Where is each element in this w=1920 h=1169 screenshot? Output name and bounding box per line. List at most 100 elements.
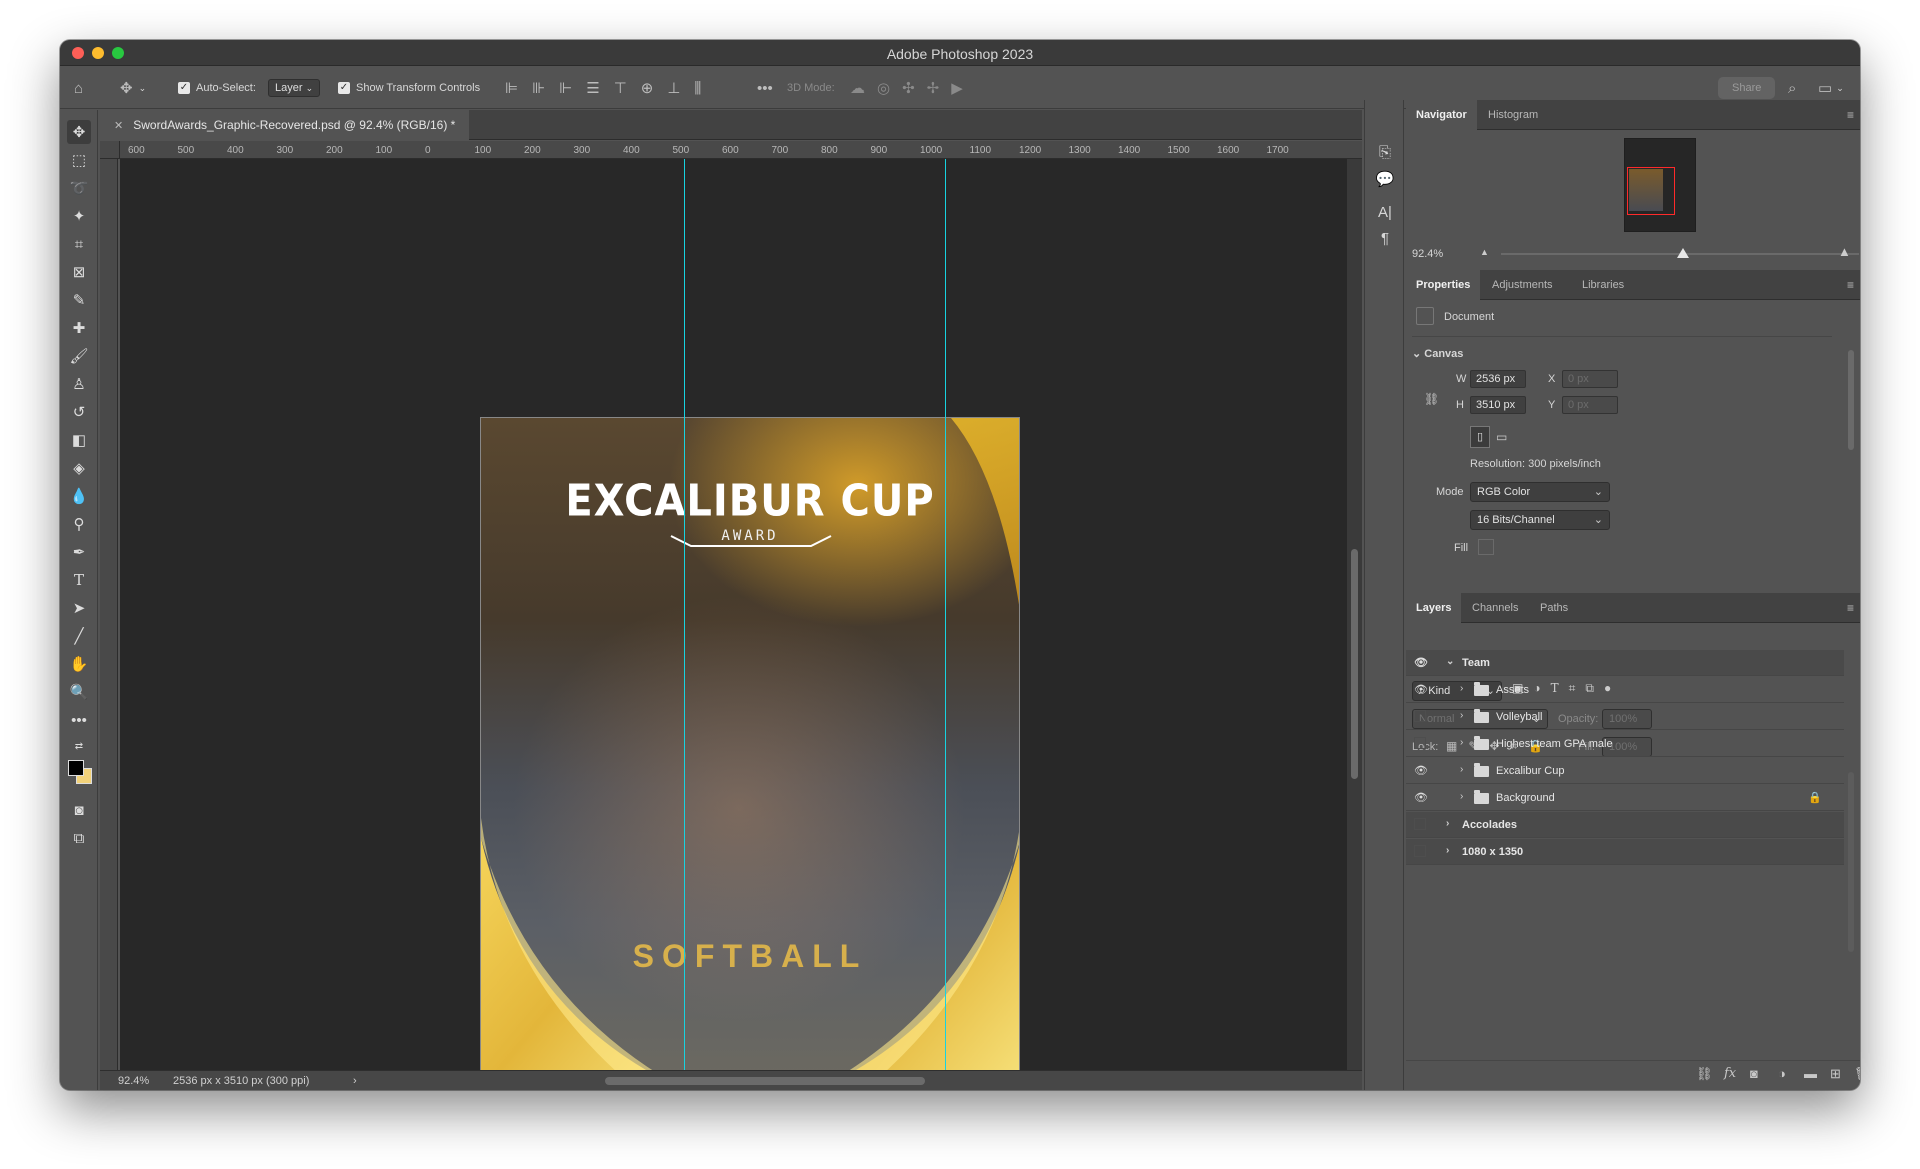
move-tool-icon[interactable]: ✥	[67, 120, 91, 144]
auto-select-target-dropdown[interactable]: Layer ⌄	[268, 67, 321, 109]
chevron-right-icon[interactable]: ›	[1460, 737, 1463, 748]
panel-menu-icon[interactable]: ≡	[1847, 278, 1854, 292]
pan-3d-icon[interactable]: ✣	[902, 79, 915, 97]
chevron-right-icon[interactable]: ›	[1460, 791, 1463, 802]
auto-select-checkbox[interactable]: ✓ Auto-Select:	[178, 67, 256, 109]
portrait-orientation-icon[interactable]: ▯	[1470, 426, 1490, 448]
link-dimensions-icon[interactable]: ⛓	[1424, 392, 1439, 406]
new-group-icon[interactable]: ▬	[1804, 1066, 1817, 1081]
panel-menu-icon[interactable]: ≡	[1847, 108, 1854, 122]
align-center-icon[interactable]: ⊪	[532, 79, 545, 97]
layer-row[interactable]: 👁 › Assets	[1406, 677, 1844, 703]
document-canvas[interactable]: EXCALIBUR CUP AWARD SOFTBALL	[480, 417, 1020, 1090]
foreground-color-swatch[interactable]	[68, 760, 84, 776]
align-middle-icon[interactable]: ⊕	[641, 79, 654, 97]
crop-tool-icon[interactable]: ⌗	[67, 232, 91, 256]
chevron-right-icon[interactable]: ›	[1460, 710, 1463, 721]
distribute-vertical-icon[interactable]: ⫼	[694, 80, 701, 97]
layer-row[interactable]: 👁 › Background 🔒	[1406, 785, 1844, 811]
align-bottom-icon[interactable]: ⊥	[667, 79, 680, 97]
navigator-view-box[interactable]	[1627, 167, 1675, 215]
tab-channels[interactable]: Channels	[1462, 593, 1528, 623]
paragraph-panel-icon[interactable]: ¶	[1375, 230, 1395, 250]
blur-tool-icon[interactable]: 💧	[67, 484, 91, 508]
zoom-tool-icon[interactable]: 🔍	[67, 680, 91, 704]
pen-tool-icon[interactable]: ✒	[67, 540, 91, 564]
link-layers-icon[interactable]: ⛓	[1696, 1066, 1713, 1082]
chevron-down-icon[interactable]: ⌄	[1446, 656, 1454, 667]
visibility-eye-icon[interactable]: 👁	[1414, 791, 1428, 805]
canvas-height-field[interactable]: 3510 px	[1470, 396, 1526, 414]
layer-row[interactable]: › Accolades	[1406, 812, 1844, 838]
status-zoom[interactable]: 92.4%	[118, 1075, 149, 1087]
visibility-eye-icon[interactable]: 👁	[1414, 683, 1428, 697]
frame-tool-icon[interactable]: ⊠	[67, 260, 91, 284]
navigator-zoom-value[interactable]: 92.4%	[1412, 248, 1443, 260]
type-tool-icon[interactable]: T	[67, 568, 91, 592]
bit-depth-dropdown[interactable]: 16 Bits/Channel ⌄	[1470, 510, 1610, 530]
zoom-in-icon[interactable]: ▲	[1838, 244, 1851, 259]
layer-row[interactable]: 👁 › Excalibur Cup	[1406, 758, 1844, 784]
swap-colors-icon[interactable]: ⇄	[67, 734, 91, 758]
screen-mode-icon[interactable]: ⧉	[67, 826, 91, 850]
orbit-3d-icon[interactable]: ☁	[850, 79, 865, 97]
tab-adjustments[interactable]: Adjustments	[1482, 270, 1563, 300]
comments-panel-icon[interactable]: 💬	[1375, 170, 1395, 190]
distribute-icon[interactable]: ☰	[586, 79, 599, 97]
quick-mask-icon[interactable]: ◙	[67, 798, 91, 822]
chevron-right-icon[interactable]: ›	[1460, 683, 1463, 694]
color-mode-dropdown[interactable]: RGB Color ⌄	[1470, 482, 1610, 502]
add-mask-icon[interactable]: ◙	[1750, 1066, 1758, 1081]
visibility-eye-icon[interactable]	[1414, 737, 1426, 749]
history-brush-tool-icon[interactable]: ↺	[67, 400, 91, 424]
canvas-width-field[interactable]: 2536 px	[1470, 370, 1526, 388]
canvas-x-field[interactable]: 0 px	[1562, 370, 1618, 388]
marquee-tool-icon[interactable]: ⬚	[67, 148, 91, 172]
visibility-eye-icon[interactable]	[1414, 845, 1426, 857]
history-panel-icon[interactable]: ⎘	[1375, 144, 1395, 164]
roll-3d-icon[interactable]: ◎	[877, 79, 890, 97]
tab-paths[interactable]: Paths	[1530, 593, 1578, 623]
adjustment-layer-icon[interactable]: ◑	[1778, 1066, 1786, 1081]
align-right-icon[interactable]: ⊩	[559, 79, 572, 97]
new-layer-icon[interactable]: ⊞	[1830, 1066, 1841, 1082]
vertical-guide-left[interactable]	[684, 159, 685, 1080]
path-selection-tool-icon[interactable]: ➤	[67, 596, 91, 620]
tab-histogram[interactable]: Histogram	[1478, 100, 1548, 130]
landscape-orientation-icon[interactable]: ▭	[1496, 430, 1514, 446]
chevron-right-icon[interactable]: ›	[1446, 845, 1449, 856]
character-panel-icon[interactable]: A|	[1375, 204, 1395, 224]
eyedropper-tool-icon[interactable]: ✎	[67, 288, 91, 312]
tab-navigator[interactable]: Navigator	[1406, 100, 1477, 130]
move-tool-preset[interactable]: ✥ ⌄	[120, 67, 146, 109]
ruler-origin[interactable]	[100, 141, 120, 159]
slide-3d-icon[interactable]: ✢	[927, 79, 940, 97]
vertical-scroll-thumb[interactable]	[1351, 549, 1358, 779]
visibility-eye-icon[interactable]: 👁	[1414, 656, 1428, 670]
brush-tool-icon[interactable]: 🖌	[67, 344, 91, 368]
chevron-right-icon[interactable]: ›	[1460, 764, 1463, 775]
hand-tool-icon[interactable]: ✋	[67, 652, 91, 676]
stamp-tool-icon[interactable]: ♙	[67, 372, 91, 396]
layer-row[interactable]: › 1080 x 1350	[1406, 839, 1844, 865]
zoom-out-icon[interactable]: ▲	[1480, 247, 1489, 257]
tab-layers[interactable]: Layers	[1406, 593, 1462, 623]
chevron-right-icon[interactable]: ›	[353, 1075, 357, 1087]
align-top-icon[interactable]: ⊤	[614, 79, 627, 97]
canvas-section-toggle[interactable]: ⌄ Canvas	[1412, 347, 1463, 360]
canvas-area[interactable]: EXCALIBUR CUP AWARD SOFTBALL	[120, 159, 1347, 1090]
edit-toolbar-icon[interactable]: •••	[67, 708, 91, 732]
magic-wand-tool-icon[interactable]: ✦	[67, 204, 91, 228]
layer-row[interactable]: › Highest team GPA male	[1406, 731, 1844, 757]
vertical-guide-right[interactable]	[945, 159, 946, 1080]
navigator-zoom-handle[interactable]	[1677, 248, 1689, 258]
document-tab[interactable]: ✕ SwordAwards_Graphic-Recovered.psd @ 92…	[100, 110, 470, 140]
show-transform-controls-checkbox[interactable]: ✓ Show Transform Controls	[338, 67, 480, 109]
more-options-button[interactable]: •••	[757, 67, 773, 109]
vertical-ruler[interactable]	[100, 159, 118, 1080]
layer-row[interactable]: › Volleyball	[1406, 704, 1844, 730]
horizontal-scroll-thumb[interactable]	[605, 1077, 925, 1085]
tab-properties[interactable]: Properties	[1406, 270, 1481, 300]
horizontal-ruler[interactable]: 600 500 400 300 200 100 0 100 200 300 400 500 600 700…	[120, 141, 1362, 159]
eraser-tool-icon[interactable]: ◧	[67, 428, 91, 452]
